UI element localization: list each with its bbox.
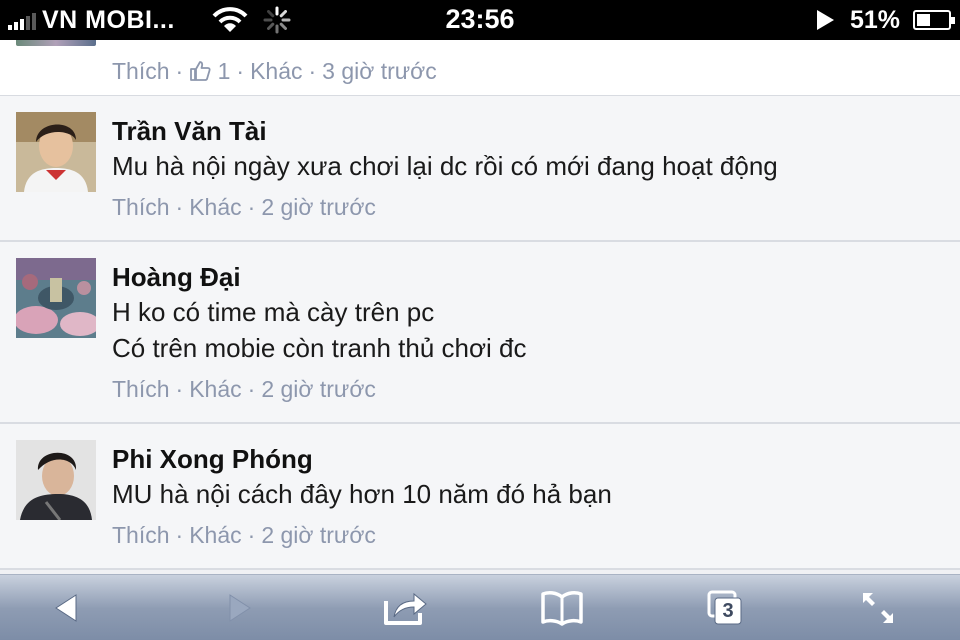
comments-feed[interactable]: Thích · 1 · Khác · 3 giờ trước Trần Văn Tài M… — [0, 40, 960, 574]
browser-toolbar: 3 — [0, 574, 960, 640]
comment-item: Trần Văn Tài Mu hà nội ngày xưa chơi lại… — [0, 96, 960, 242]
timestamp: 2 giờ trước — [261, 194, 376, 220]
avatar[interactable] — [16, 440, 96, 520]
back-icon — [55, 594, 77, 622]
comment-author[interactable]: Hoàng Đại — [112, 260, 940, 294]
forward-icon — [229, 594, 251, 622]
battery-percent: 51% — [850, 6, 901, 34]
like-link[interactable]: Thích — [112, 194, 170, 220]
status-time: 23:56 — [445, 4, 515, 34]
timestamp: 3 giờ trước — [322, 58, 437, 84]
comment-text: H ko có time mà cày trên pc — [112, 297, 435, 327]
comment-text: MU hà nội cách đây hơn 10 năm đó hả bạn — [112, 479, 612, 509]
like-link[interactable]: Thích — [112, 58, 170, 84]
more-link[interactable]: Khác — [189, 522, 241, 548]
more-link[interactable]: Khác — [250, 58, 302, 84]
more-link[interactable]: Khác — [189, 194, 241, 220]
share-icon — [384, 592, 427, 625]
timestamp: 2 giờ trước — [261, 376, 376, 402]
thumbs-up-icon — [190, 61, 211, 81]
battery-icon — [913, 10, 955, 30]
avatar[interactable] — [16, 112, 96, 192]
comment-meta: Thích · Khác · 2 giờ trước — [112, 376, 376, 402]
tabs-count: 3 — [722, 600, 734, 622]
fullscreen-icon — [863, 593, 893, 623]
comment-meta: Thích · Khác · 2 giờ trước — [112, 194, 376, 220]
bookmarks-icon — [541, 591, 583, 626]
status-bar: VN MOBI... 23:56 51% — [0, 0, 960, 40]
battery-fill — [917, 14, 931, 26]
like-count[interactable]: 1 — [218, 58, 231, 84]
comment-text: Có trên mobie còn tranh thủ chơi đc — [112, 333, 527, 363]
forward-button[interactable] — [218, 589, 258, 627]
previous-comment-footer: Thích · 1 · Khác · 3 giờ trước — [0, 40, 960, 96]
share-button[interactable] — [382, 589, 430, 627]
comment-item: Hoàng Đại H ko có time mà cày trên pc Có… — [0, 242, 960, 424]
comment-text: Mu hà nội ngày xưa chơi lại dc rồi có mớ… — [112, 151, 778, 181]
avatar[interactable] — [16, 40, 96, 46]
comment-author[interactable]: Phi Xong Phóng — [112, 442, 940, 476]
comment-meta: Thích · Khác · 2 giờ trước — [112, 522, 376, 548]
bookmarks-button[interactable] — [540, 589, 584, 627]
avatar[interactable] — [16, 258, 96, 338]
timestamp: 2 giờ trước — [261, 522, 376, 548]
tabs-button[interactable]: 3 — [706, 589, 744, 627]
back-button[interactable] — [48, 589, 88, 627]
like-link[interactable]: Thích — [112, 522, 170, 548]
play-icon — [817, 10, 834, 30]
comment-author[interactable]: Trần Văn Tài — [112, 114, 940, 148]
more-link[interactable]: Khác — [189, 376, 241, 402]
fullscreen-button[interactable] — [860, 589, 896, 627]
like-link[interactable]: Thích — [112, 376, 170, 402]
comment-meta: Thích · 1 · Khác · 3 giờ trước — [112, 58, 437, 84]
comment-item: Phi Xong Phóng MU hà nội cách đây hơn 10… — [0, 424, 960, 570]
